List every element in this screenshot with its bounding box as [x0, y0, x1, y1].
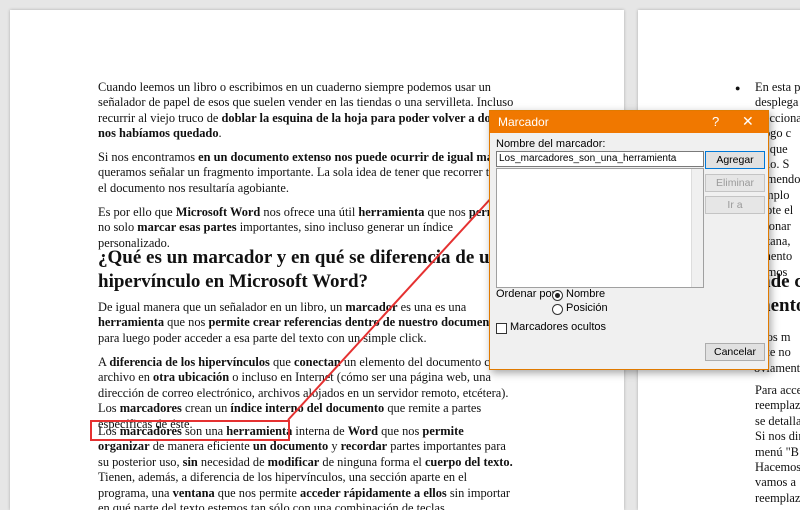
sort-position-radio[interactable]: [552, 304, 563, 315]
help-button[interactable]: ?: [712, 114, 719, 129]
sort-by-label: Ordenar por:: [496, 288, 559, 300]
close-button[interactable]: ✕: [742, 113, 754, 130]
bookmark-dialog: Marcador ? ✕ Nombre del marcador: Los_ma…: [489, 110, 769, 370]
cancel-button[interactable]: Cancelar: [705, 343, 765, 361]
goto-button[interactable]: Ir a: [705, 196, 765, 214]
bookmark-list[interactable]: [496, 168, 704, 288]
dialog-title-bar[interactable]: Marcador ? ✕: [490, 111, 768, 133]
sort-name-label: Nombre: [566, 288, 606, 300]
sort-name-radio[interactable]: [552, 290, 563, 301]
bookmark-name-input[interactable]: Los_marcadores_son_una_herramienta: [496, 151, 704, 167]
list-scrollbar[interactable]: [691, 169, 703, 287]
add-button[interactable]: Agregar: [705, 151, 765, 169]
hidden-bookmarks-checkbox[interactable]: [496, 323, 507, 334]
dialog-title: Marcador: [498, 115, 549, 129]
hidden-bookmarks-label: Marcadores ocultos: [510, 321, 606, 333]
delete-button[interactable]: Eliminar: [705, 174, 765, 192]
sort-position-label: Posición: [566, 302, 608, 314]
bookmark-name-label: Nombre del marcador:: [496, 138, 606, 150]
